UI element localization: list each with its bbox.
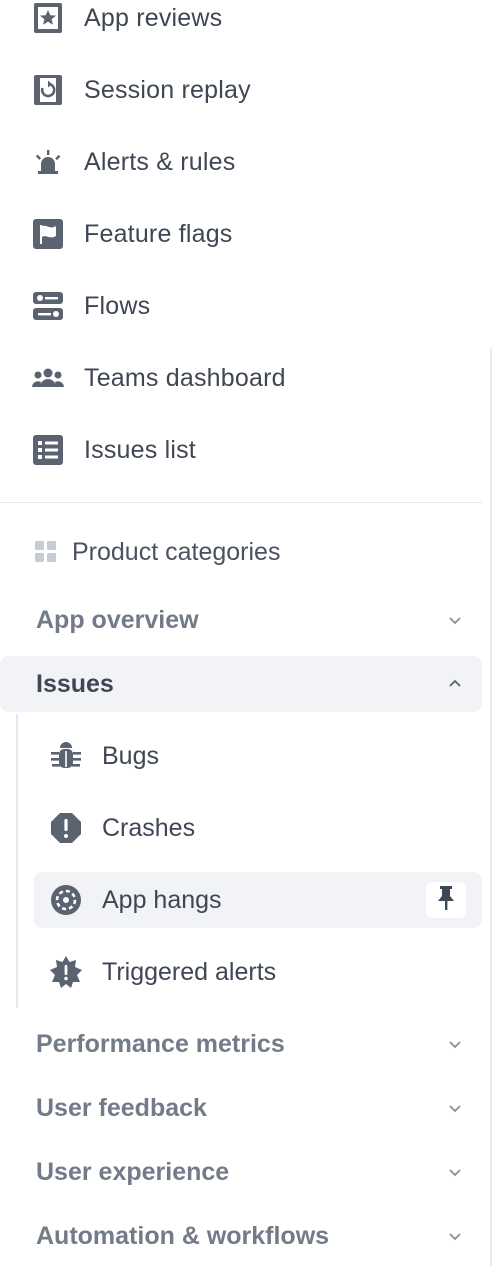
section-performance-metrics[interactable]: Performance metrics — [0, 1016, 482, 1072]
nav-item-feature-flags[interactable]: Feature flags — [0, 206, 482, 262]
chevron-down-icon — [446, 611, 464, 629]
grid-icon — [34, 540, 58, 564]
divider — [0, 502, 482, 503]
section-user-experience[interactable]: User experience — [0, 1144, 482, 1200]
sub-item-triggered-alerts[interactable]: Triggered alerts — [34, 944, 482, 1000]
nav-label: Teams dashboard — [84, 363, 286, 392]
replay-icon — [30, 72, 66, 108]
section-app-overview[interactable]: App overview — [0, 592, 482, 648]
scrollbar[interactable] — [490, 348, 492, 1266]
siren-icon — [30, 144, 66, 180]
bug-icon — [48, 738, 84, 774]
nav-item-app-reviews[interactable]: App reviews — [0, 0, 482, 46]
nav-label: Alerts & rules — [84, 147, 236, 176]
section-label: User feedback — [36, 1093, 207, 1122]
list-icon — [30, 432, 66, 468]
sub-item-label: App hangs — [102, 885, 222, 914]
crash-icon — [48, 810, 84, 846]
nav-label: App reviews — [84, 3, 223, 32]
section-user-feedback[interactable]: User feedback — [0, 1080, 482, 1136]
nav-label: Issues list — [84, 435, 196, 464]
nav-item-flows[interactable]: Flows — [0, 278, 482, 334]
nav-label: Flows — [84, 291, 151, 320]
section-label: Issues — [36, 669, 114, 698]
flows-icon — [30, 288, 66, 324]
star-box-icon — [30, 0, 66, 36]
nav-item-teams-dashboard[interactable]: Teams dashboard — [0, 350, 482, 406]
sub-item-bugs[interactable]: Bugs — [34, 728, 482, 784]
nav-item-issues-list[interactable]: Issues list — [0, 422, 482, 478]
sub-item-label: Crashes — [102, 813, 196, 842]
nav-item-session-replay[interactable]: Session replay — [0, 62, 482, 118]
chevron-down-icon — [446, 1163, 464, 1181]
sub-item-crashes[interactable]: Crashes — [34, 800, 482, 856]
sub-item-app-hangs[interactable]: App hangs — [34, 872, 482, 928]
alert-burst-icon — [48, 954, 84, 990]
section-issues[interactable]: Issues — [0, 656, 482, 712]
chevron-down-icon — [446, 1099, 464, 1117]
team-icon — [30, 360, 66, 396]
submenu-guide-line — [16, 714, 18, 1008]
nav-item-alerts-rules[interactable]: Alerts & rules — [0, 134, 482, 190]
chevron-down-icon — [446, 1227, 464, 1245]
pin-button[interactable] — [426, 882, 466, 918]
pin-icon — [435, 885, 457, 916]
nav-label: Feature flags — [84, 219, 233, 248]
chevron-up-icon — [446, 675, 464, 693]
hang-icon — [48, 882, 84, 918]
chevron-down-icon — [446, 1035, 464, 1053]
section-label: User experience — [36, 1157, 230, 1186]
sub-item-label: Triggered alerts — [102, 957, 277, 986]
section-automation-workflows[interactable]: Automation & workflows — [0, 1208, 482, 1264]
section-label: Automation & workflows — [36, 1221, 330, 1250]
flag-icon — [30, 216, 66, 252]
section-label: App overview — [36, 605, 199, 634]
product-categories-label: Product categories — [72, 537, 281, 566]
section-label: Performance metrics — [36, 1029, 285, 1058]
sub-item-label: Bugs — [102, 741, 159, 770]
nav-label: Session replay — [84, 75, 251, 104]
